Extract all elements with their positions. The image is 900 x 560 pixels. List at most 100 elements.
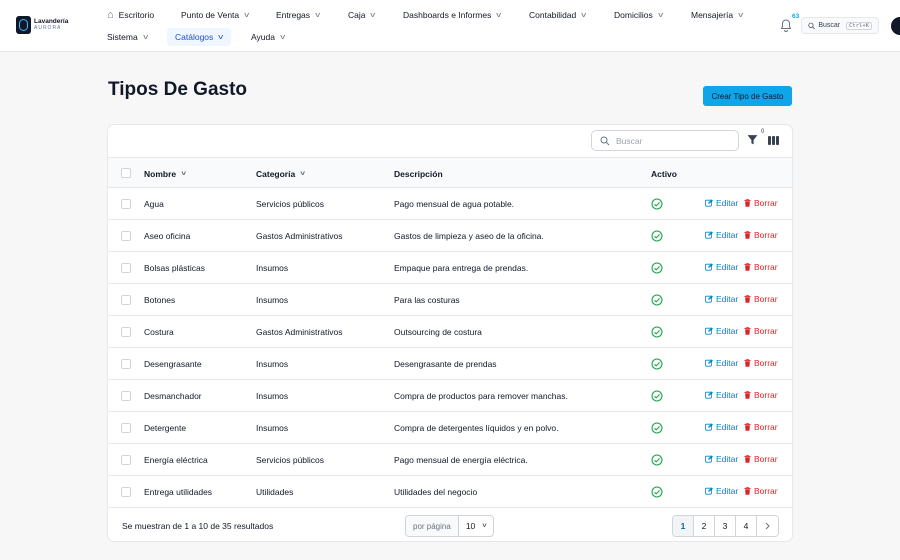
delete-button[interactable]: Borrar <box>744 230 778 240</box>
active-check-icon <box>651 198 663 210</box>
table-search-field[interactable] <box>591 130 739 151</box>
trash-icon <box>744 295 751 303</box>
filter-icon[interactable] <box>747 134 758 146</box>
edit-button[interactable]: Editar <box>705 262 738 272</box>
edit-button[interactable]: Editar <box>705 326 738 336</box>
cell-nombre: Desengrasante <box>144 359 202 369</box>
edit-button[interactable]: Editar <box>705 230 738 240</box>
user-avatar[interactable] <box>891 17 900 35</box>
edit-button[interactable]: Editar <box>705 422 738 432</box>
row-checkbox[interactable] <box>121 455 131 465</box>
table-header: Nombre v Categoría v Descripción Activo <box>108 157 792 188</box>
row-checkbox[interactable] <box>121 263 131 273</box>
active-check-icon <box>651 262 663 274</box>
row-checkbox[interactable] <box>121 359 131 369</box>
delete-button[interactable]: Borrar <box>744 262 778 272</box>
row-checkbox[interactable] <box>121 391 131 401</box>
nav-item-sistema[interactable]: Sistema v <box>107 28 148 46</box>
edit-icon <box>705 231 713 239</box>
per-page-select[interactable]: 10 v <box>459 516 493 536</box>
trash-icon <box>744 199 751 207</box>
page-button-3[interactable]: 3 <box>715 516 736 536</box>
top-navigation-bar: Lavandería AURORA ⌂ Escritorio Punto de … <box>0 0 900 52</box>
edit-button[interactable]: Editar <box>705 486 738 496</box>
nav-item-catalogos[interactable]: Catálogos v <box>167 28 231 46</box>
table-row: Bolsas plásticas Insumos Empaque para en… <box>108 252 792 284</box>
trash-icon <box>744 231 751 239</box>
chevron-down-icon: v <box>280 33 286 41</box>
nav-item-escritorio[interactable]: ⌂ Escritorio <box>107 6 154 24</box>
cell-descripcion: Outsourcing de costura <box>394 327 482 337</box>
table-row: Desmanchador Insumos Compra de productos… <box>108 380 792 412</box>
columns-toggle-icon[interactable] <box>768 136 779 145</box>
delete-button[interactable]: Borrar <box>744 326 778 336</box>
active-check-icon <box>651 422 663 434</box>
delete-button[interactable]: Borrar <box>744 390 778 400</box>
edit-icon <box>705 327 713 335</box>
page-button-4[interactable]: 4 <box>736 516 757 536</box>
sort-chevron-icon: v <box>300 171 306 177</box>
edit-button[interactable]: Editar <box>705 294 738 304</box>
table-row: Aseo oficina Gastos Administrativos Gast… <box>108 220 792 252</box>
nav-item-punto-de-venta[interactable]: Punto de Venta v <box>181 6 249 24</box>
cell-descripcion: Pago mensual de energía eléctrica. <box>394 455 528 465</box>
cell-descripcion: Utilidades del negocio <box>394 487 478 497</box>
brand-logo[interactable]: Lavandería AURORA <box>16 16 68 34</box>
chevron-down-icon: v <box>218 33 224 41</box>
bell-icon[interactable] <box>780 19 792 32</box>
chevron-down-icon: v <box>482 523 487 529</box>
delete-button[interactable]: Borrar <box>744 198 778 208</box>
cell-nombre: Costura <box>144 327 174 337</box>
delete-button[interactable]: Borrar <box>744 422 778 432</box>
edit-button[interactable]: Editar <box>705 358 738 368</box>
table-row: Agua Servicios públicos Pago mensual de … <box>108 188 792 220</box>
row-checkbox[interactable] <box>121 295 131 305</box>
active-check-icon <box>651 486 663 498</box>
edit-icon <box>705 391 713 399</box>
edit-button[interactable]: Editar <box>705 198 738 208</box>
next-page-button[interactable] <box>757 516 778 536</box>
trash-icon <box>744 263 751 271</box>
delete-button[interactable]: Borrar <box>744 486 778 496</box>
home-icon: ⌂ <box>107 9 114 21</box>
trash-icon <box>744 391 751 399</box>
nav-item-caja[interactable]: Caja v <box>348 6 376 24</box>
row-checkbox[interactable] <box>121 231 131 241</box>
cell-nombre: Energía eléctrica <box>144 455 208 465</box>
cell-nombre: Detergente <box>144 423 187 433</box>
nav-item-entregas[interactable]: Entregas v <box>276 6 320 24</box>
table-search-input[interactable] <box>616 135 726 146</box>
global-search-button[interactable]: Buscar Ctrl+K <box>801 17 879 34</box>
delete-button[interactable]: Borrar <box>744 454 778 464</box>
row-checkbox[interactable] <box>121 487 131 497</box>
nav-item-contabilidad[interactable]: Contabilidad v <box>529 6 586 24</box>
row-checkbox[interactable] <box>121 423 131 433</box>
delete-button[interactable]: Borrar <box>744 358 778 368</box>
active-check-icon <box>651 230 663 242</box>
column-header-nombre[interactable]: Nombre v <box>144 169 186 179</box>
edit-button[interactable]: Editar <box>705 454 738 464</box>
row-checkbox[interactable] <box>121 199 131 209</box>
edit-button[interactable]: Editar <box>705 390 738 400</box>
column-header-categoria[interactable]: Categoría v <box>256 169 305 179</box>
cell-nombre: Desmanchador <box>144 391 202 401</box>
nav-item-mensajeria[interactable]: Mensajería v <box>691 6 743 24</box>
cell-categoria: Gastos Administrativos <box>256 327 343 337</box>
page-button-1[interactable]: 1 <box>673 516 694 536</box>
chevron-down-icon: v <box>143 33 148 41</box>
create-expense-type-button[interactable]: Crear Tipo de Gasto <box>703 86 792 106</box>
per-page-selector[interactable]: por página 10 v <box>405 515 494 537</box>
nav-item-domicilios[interactable]: Domicilios v <box>614 6 663 24</box>
nav-item-ayuda[interactable]: Ayuda v <box>251 28 286 46</box>
edit-icon <box>705 295 713 303</box>
cell-nombre: Agua <box>144 199 164 209</box>
page-button-2[interactable]: 2 <box>694 516 715 536</box>
trash-icon <box>744 487 751 495</box>
select-all-checkbox[interactable] <box>121 168 131 178</box>
delete-button[interactable]: Borrar <box>744 294 778 304</box>
row-checkbox[interactable] <box>121 327 131 337</box>
edit-icon <box>705 455 713 463</box>
trash-icon <box>744 327 751 335</box>
column-header-activo: Activo <box>651 169 677 179</box>
nav-item-dashboards[interactable]: Dashboards e Informes v <box>403 6 502 24</box>
